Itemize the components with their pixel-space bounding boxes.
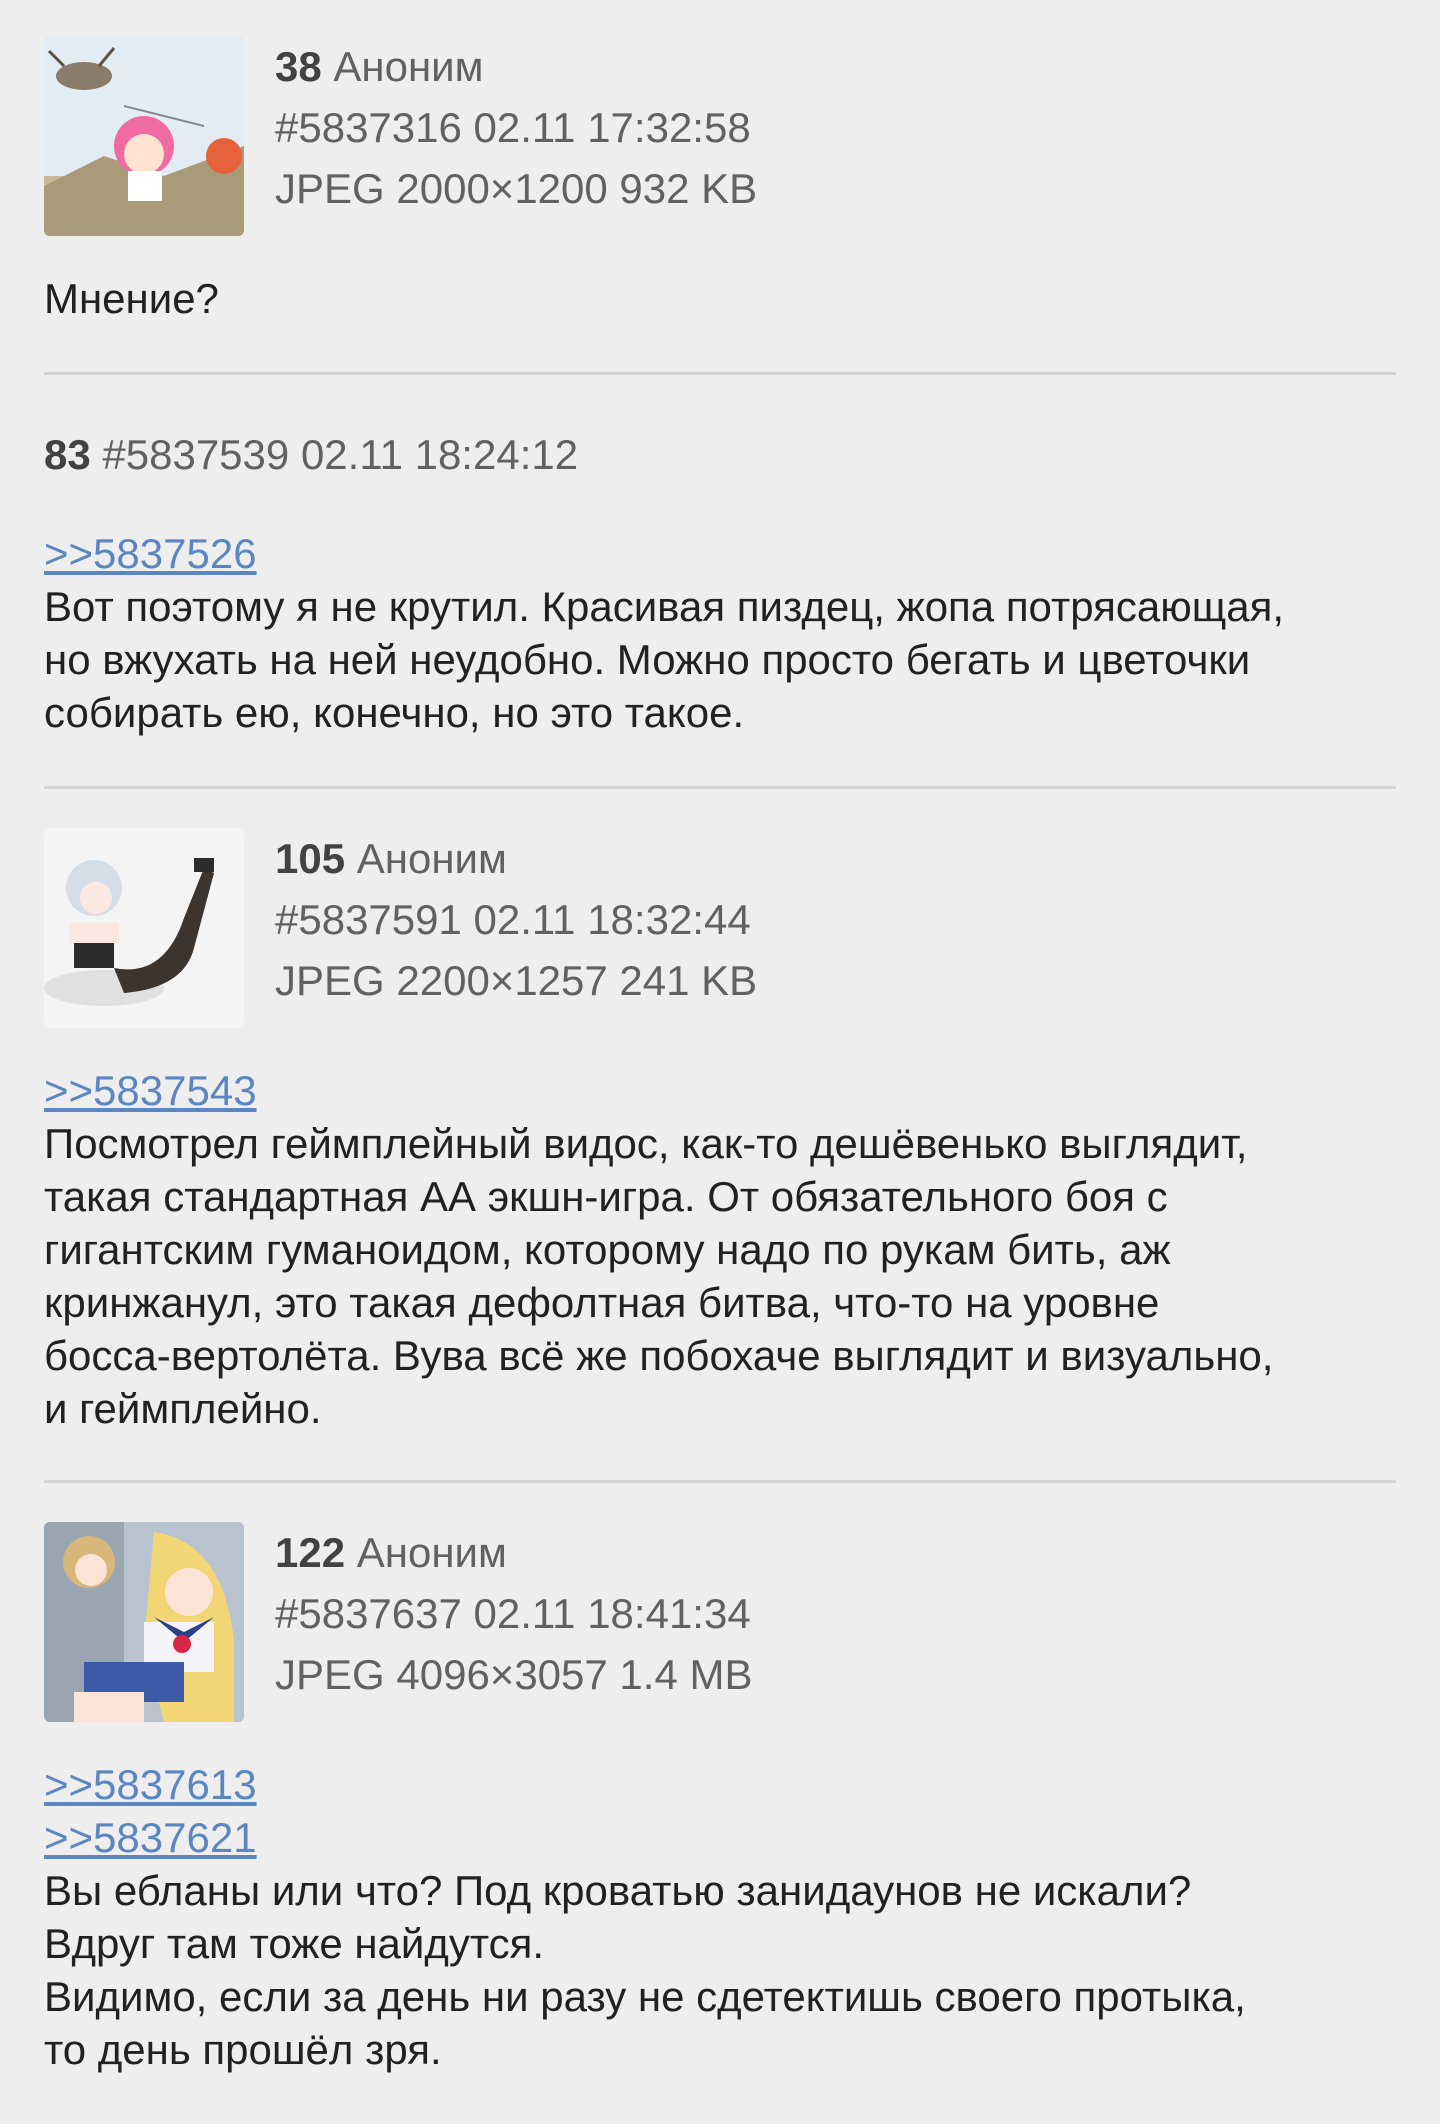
post-text-line: Видимо, если за день ни разу не сдетекти…	[44, 1973, 1246, 2020]
post-index: 122	[275, 1529, 346, 1576]
post-id[interactable]: #5837591	[275, 896, 462, 943]
post-index: 38	[275, 43, 322, 90]
reply-link[interactable]: >>5837613	[44, 1758, 1396, 1811]
post-text-line: босса-вертолёта. Вува всё же побохаче вы…	[44, 1332, 1274, 1379]
post-index: 83	[44, 431, 91, 478]
post-header: 122 Аноним #5837637 02.11 18:41:34 JPEG …	[44, 1522, 1396, 1722]
post-text-line: Посмотрел геймплейный видос, как-то дешё…	[44, 1120, 1248, 1167]
post-body: >>5837543 Посмотрел геймплейный видос, к…	[44, 1064, 1396, 1435]
post-meta: 122 Аноним #5837637 02.11 18:41:34 JPEG …	[275, 1522, 752, 1705]
post-text-line: то день прошёл зря.	[44, 2026, 442, 2073]
post-header: 38 Аноним #5837316 02.11 17:32:58 JPEG 2…	[44, 36, 1396, 236]
post: 105 Аноним #5837591 02.11 18:32:44 JPEG …	[0, 828, 1440, 1435]
post-text-line: Мнение?	[44, 275, 219, 322]
post: 38 Аноним #5837316 02.11 17:32:58 JPEG 2…	[0, 36, 1440, 325]
post-image-thumbnail[interactable]	[44, 36, 244, 236]
post-datetime: 02.11 17:32:58	[473, 104, 751, 151]
post-meta: 105 Аноним #5837591 02.11 18:32:44 JPEG …	[275, 828, 757, 1011]
reply-link[interactable]: >>5837526	[44, 527, 1396, 580]
thumbnail-image	[44, 1522, 244, 1722]
post-image-thumbnail[interactable]	[44, 1522, 244, 1722]
post-id[interactable]: #5837637	[275, 1590, 462, 1637]
post-datetime: 02.11 18:32:44	[473, 896, 751, 943]
post-text-line: но вжухать на ней неудобно. Можно просто…	[44, 636, 1251, 683]
post-author: Аноним	[356, 1529, 507, 1576]
post-id[interactable]: #5837316	[275, 104, 462, 151]
post-file-info: JPEG 2200×1257 241 KB	[275, 957, 758, 1004]
post-file-info: JPEG 2000×1200 932 KB	[275, 165, 758, 212]
post-text-line: Вы ебланы или что? Под кроватью занидаун…	[44, 1867, 1192, 1914]
post-text-line: собирать ею, конечно, но это такое.	[44, 689, 745, 736]
post-body: >>5837526 Вот поэтому я не крутил. Краси…	[44, 527, 1396, 739]
post-datetime: 02.11 18:24:12	[300, 431, 579, 478]
post-text-line: Вот поэтому я не крутил. Красивая пиздец…	[44, 583, 1285, 630]
post-datetime: 02.11 18:41:34	[473, 1590, 751, 1637]
post-text-line: и геймплейно.	[44, 1385, 322, 1432]
post-author: Аноним	[333, 43, 484, 90]
post-id[interactable]: #5837539	[102, 431, 289, 478]
post-text-line: гигантским гуманоидом, которому надо по …	[44, 1226, 1171, 1273]
post-divider	[44, 786, 1396, 789]
post-divider	[44, 372, 1396, 375]
post-meta: 38 Аноним #5837316 02.11 17:32:58 JPEG 2…	[275, 36, 757, 219]
reply-link[interactable]: >>5837621	[44, 1811, 1396, 1864]
reply-link[interactable]: >>5837543	[44, 1064, 1396, 1117]
post-index: 105	[275, 835, 346, 882]
post-body: >>5837613 >>5837621 Вы ебланы или что? П…	[44, 1758, 1396, 2076]
post-divider	[44, 1480, 1396, 1483]
thumbnail-image	[44, 36, 244, 236]
post: 122 Аноним #5837637 02.11 18:41:34 JPEG …	[0, 1522, 1440, 2076]
post-body: Мнение?	[44, 272, 1396, 325]
thumbnail-image	[44, 828, 244, 1028]
post-text-line: Вдруг там тоже найдутся.	[44, 1920, 545, 1967]
post-author: Аноним	[356, 835, 507, 882]
post-text-line: кринжанул, это такая дефолтная битва, чт…	[44, 1279, 1160, 1326]
post-image-thumbnail[interactable]	[44, 828, 244, 1028]
post-text-line: такая стандартная АА экшн-игра. От обяза…	[44, 1173, 1168, 1220]
post-file-info: JPEG 4096×3057 1.4 MB	[275, 1651, 753, 1698]
post-header: 105 Аноним #5837591 02.11 18:32:44 JPEG …	[44, 828, 1396, 1028]
post-meta: 83 #5837539 02.11 18:24:12	[44, 424, 1396, 485]
post: 83 #5837539 02.11 18:24:12 >>5837526 Вот…	[0, 424, 1440, 739]
